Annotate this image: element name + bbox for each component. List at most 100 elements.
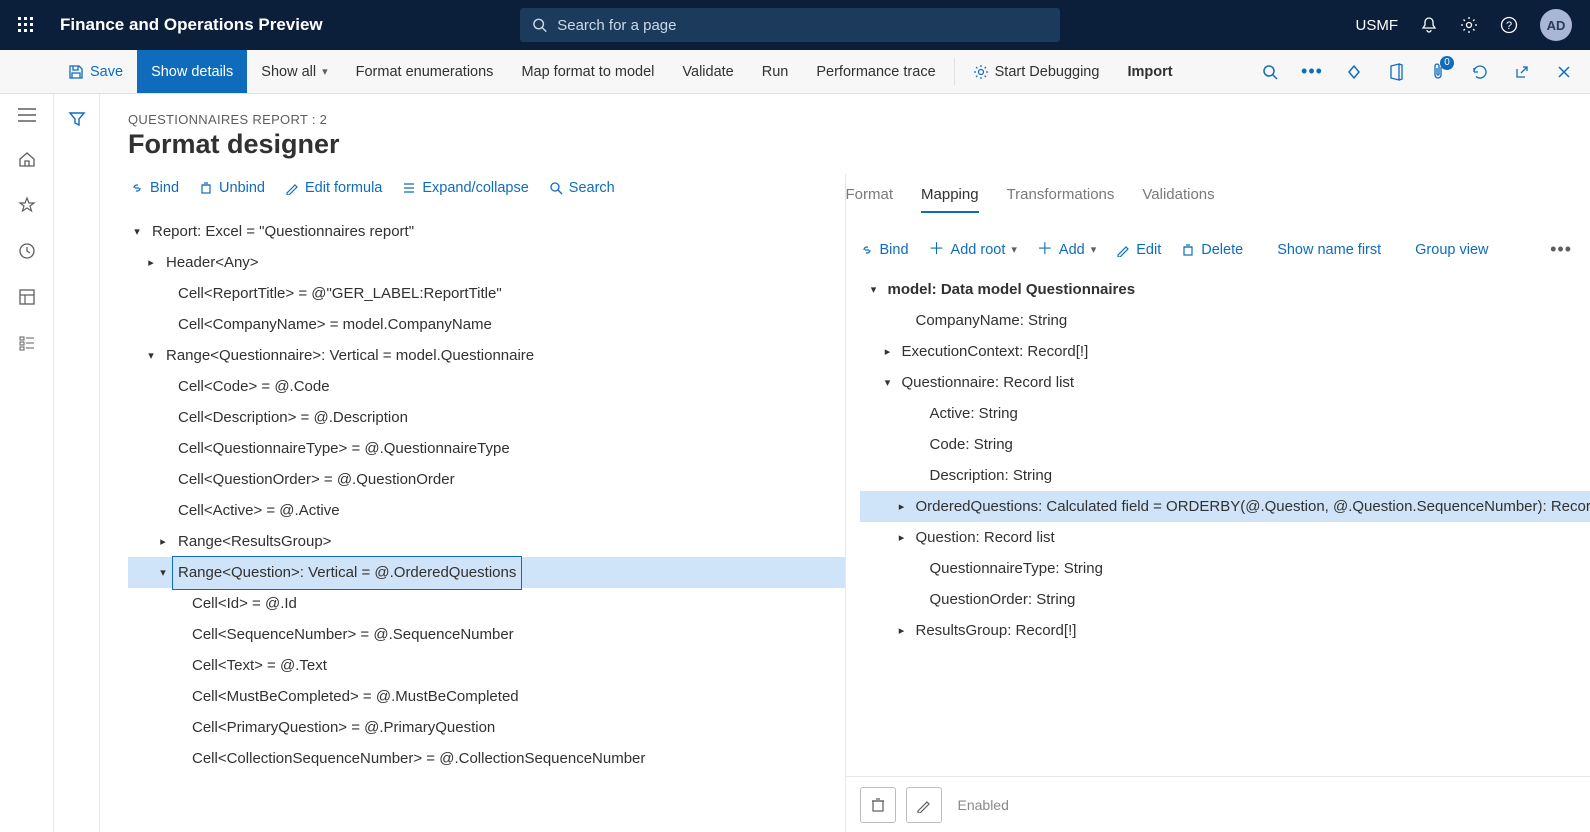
format-tree[interactable]: ▾Report: Excel = "Questionnaires report"… xyxy=(100,208,845,832)
tree-search-button[interactable]: Search xyxy=(549,180,615,196)
bind-button[interactable]: Bind xyxy=(130,180,179,196)
mapping-node[interactable]: Description: String xyxy=(860,460,1590,491)
search-input[interactable] xyxy=(557,17,1048,34)
gear-icon[interactable] xyxy=(1460,16,1478,34)
tree-node-label: Range<ResultsGroup> xyxy=(172,525,337,559)
tree-node[interactable]: ▾Range<Question>: Vertical = @.OrderedQu… xyxy=(128,557,845,588)
filter-icon[interactable] xyxy=(68,110,86,832)
import-button[interactable]: Import xyxy=(1113,50,1186,93)
mapping-tree[interactable]: ▾model: Data model QuestionnairesCompany… xyxy=(846,270,1590,776)
search-box[interactable] xyxy=(520,8,1060,42)
mapping-node[interactable]: ▾model: Data model Questionnaires xyxy=(860,274,1590,305)
company-label[interactable]: USMF xyxy=(1356,17,1399,34)
home-icon[interactable] xyxy=(18,150,36,168)
tree-node[interactable]: ▾Range<Questionnaire>: Vertical = model.… xyxy=(128,340,845,371)
recent-icon[interactable] xyxy=(18,242,36,260)
delete-small-button[interactable] xyxy=(860,787,896,823)
expand-icon[interactable]: ▸ xyxy=(888,523,916,553)
show-name-first-button[interactable]: Show name first xyxy=(1277,242,1381,258)
tree-node-label: Header<Any> xyxy=(160,246,265,280)
refresh-icon[interactable] xyxy=(1468,60,1492,84)
tab-mapping[interactable]: Mapping xyxy=(921,186,979,213)
tree-node[interactable]: Cell<Id> = @.Id xyxy=(128,588,845,619)
avatar[interactable]: AD xyxy=(1540,9,1572,41)
tree-node[interactable]: Cell<ReportTitle> = @"GER_LABEL:ReportTi… xyxy=(128,278,845,309)
collapse-icon[interactable]: ▾ xyxy=(128,217,146,247)
tree-node-label: Cell<QuestionnaireType> = @.Questionnair… xyxy=(172,432,516,466)
office-icon[interactable] xyxy=(1384,60,1408,84)
expand-icon[interactable]: ▸ xyxy=(142,248,160,278)
validate-button[interactable]: Validate xyxy=(668,50,747,93)
group-view-button[interactable]: Group view xyxy=(1415,242,1488,258)
mapping-node[interactable]: QuestionnaireType: String xyxy=(860,553,1590,584)
show-details-button[interactable]: Show details xyxy=(137,50,247,93)
performance-trace-button[interactable]: Performance trace xyxy=(802,50,949,93)
tree-node[interactable]: ▸Range<ResultsGroup> xyxy=(128,526,845,557)
run-button[interactable]: Run xyxy=(748,50,803,93)
tree-node[interactable]: Cell<CollectionSequenceNumber> = @.Colle… xyxy=(128,743,845,774)
map-format-button[interactable]: Map format to model xyxy=(507,50,668,93)
mapping-node[interactable]: ▸OrderedQuestions: Calculated field = OR… xyxy=(860,491,1590,522)
nav-rail xyxy=(0,94,54,832)
delete-button[interactable]: Delete xyxy=(1181,242,1243,258)
start-debugging-button[interactable]: Start Debugging xyxy=(959,50,1114,93)
collapse-icon[interactable]: ▾ xyxy=(860,275,888,305)
add-button[interactable]: ＋Add▾ xyxy=(1037,242,1096,258)
edit-formula-button[interactable]: Edit formula xyxy=(285,180,382,196)
mapping-node[interactable]: ▾Questionnaire: Record list xyxy=(860,367,1590,398)
power-apps-icon[interactable] xyxy=(1342,60,1366,84)
edit-button[interactable]: Edit xyxy=(1116,242,1161,258)
mapping-node[interactable]: ▸Question: Record list xyxy=(860,522,1590,553)
app-launcher-icon[interactable] xyxy=(10,9,42,41)
close-icon[interactable] xyxy=(1552,60,1576,84)
workspace-icon[interactable] xyxy=(18,288,36,306)
hamburger-icon[interactable] xyxy=(18,108,36,122)
tab-validations[interactable]: Validations xyxy=(1142,186,1214,213)
tree-node[interactable]: ▾Report: Excel = "Questionnaires report" xyxy=(128,216,845,247)
mapping-node-label: Questionnaire: Record list xyxy=(902,368,1075,398)
tree-node[interactable]: Cell<Description> = @.Description xyxy=(128,402,845,433)
mapping-node[interactable]: ▸ResultsGroup: Record[!] xyxy=(860,615,1590,646)
format-enumerations-button[interactable]: Format enumerations xyxy=(342,50,508,93)
attachments-icon[interactable]: 0 xyxy=(1426,60,1450,84)
show-all-button[interactable]: Show all▾ xyxy=(247,50,341,93)
edit-small-button[interactable] xyxy=(906,787,942,823)
tree-node[interactable]: Cell<MustBeCompleted> = @.MustBeComplete… xyxy=(128,681,845,712)
mapping-node[interactable]: Active: String xyxy=(860,398,1590,429)
modules-icon[interactable] xyxy=(18,334,36,352)
save-button[interactable]: Save xyxy=(54,50,137,93)
tab-format[interactable]: Format xyxy=(846,186,894,213)
expand-icon[interactable]: ▸ xyxy=(874,337,902,367)
popout-icon[interactable] xyxy=(1510,60,1534,84)
collapse-icon[interactable]: ▾ xyxy=(154,558,172,588)
more-icon[interactable]: ••• xyxy=(1300,60,1324,84)
tree-node[interactable]: Cell<Code> = @.Code xyxy=(128,371,845,402)
tree-node[interactable]: Cell<PrimaryQuestion> = @.PrimaryQuestio… xyxy=(128,712,845,743)
tree-node[interactable]: Cell<Text> = @.Text xyxy=(128,650,845,681)
notifications-icon[interactable] xyxy=(1420,16,1438,34)
mapping-node[interactable]: CompanyName: String xyxy=(860,305,1590,336)
help-icon[interactable]: ? xyxy=(1500,16,1518,34)
tree-node[interactable]: Cell<SequenceNumber> = @.SequenceNumber xyxy=(128,619,845,650)
expand-icon[interactable]: ▸ xyxy=(154,527,172,557)
add-root-button[interactable]: ＋Add root▾ xyxy=(929,242,1017,258)
more-icon[interactable]: ••• xyxy=(1550,239,1572,260)
expand-collapse-button[interactable]: Expand/collapse xyxy=(402,180,528,196)
tab-transformations[interactable]: Transformations xyxy=(1007,186,1115,213)
tree-node[interactable]: Cell<QuestionOrder> = @.QuestionOrder xyxy=(128,464,845,495)
expand-icon[interactable]: ▸ xyxy=(888,492,916,522)
collapse-icon[interactable]: ▾ xyxy=(142,341,160,371)
mapping-node[interactable]: QuestionOrder: String xyxy=(860,584,1590,615)
tree-node[interactable]: Cell<Active> = @.Active xyxy=(128,495,845,526)
tree-node[interactable]: Cell<CompanyName> = model.CompanyName xyxy=(128,309,845,340)
unbind-button[interactable]: Unbind xyxy=(199,180,265,196)
expand-icon[interactable]: ▸ xyxy=(888,616,916,646)
mapping-bind-button[interactable]: Bind xyxy=(860,242,909,258)
star-icon[interactable] xyxy=(18,196,36,214)
tree-node[interactable]: Cell<QuestionnaireType> = @.Questionnair… xyxy=(128,433,845,464)
mapping-node[interactable]: Code: String xyxy=(860,429,1590,460)
search-toolbar-icon[interactable] xyxy=(1258,60,1282,84)
tree-node[interactable]: ▸Header<Any> xyxy=(128,247,845,278)
mapping-node[interactable]: ▸ExecutionContext: Record[!] xyxy=(860,336,1590,367)
collapse-icon[interactable]: ▾ xyxy=(874,368,902,398)
